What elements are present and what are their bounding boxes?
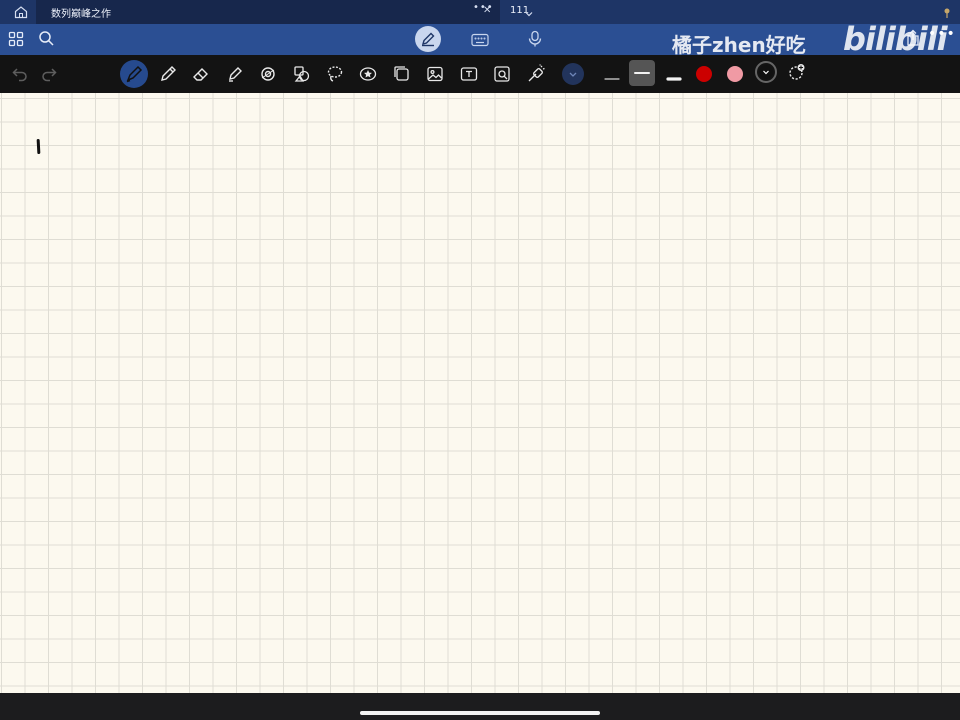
image-icon bbox=[427, 66, 443, 82]
pencil-icon bbox=[161, 66, 176, 81]
color-swatch-black[interactable] bbox=[755, 61, 777, 83]
text-box-icon bbox=[460, 67, 478, 81]
laser-pointer-icon bbox=[528, 64, 545, 82]
laser-pointer-tool[interactable] bbox=[522, 60, 550, 88]
star-sticker-icon bbox=[359, 67, 377, 81]
tab-close-icon[interactable]: ✕ bbox=[483, 5, 491, 16]
elements-tool[interactable] bbox=[388, 60, 416, 88]
drawing-toolbar bbox=[0, 55, 960, 93]
highlighter-tool[interactable] bbox=[221, 60, 249, 88]
document-tab-title[interactable]: 数列巅峰之作 bbox=[51, 5, 111, 20]
chevron-down-icon[interactable] bbox=[524, 4, 534, 17]
fountain-pen-tool[interactable] bbox=[120, 60, 148, 88]
shape-icon bbox=[261, 67, 275, 81]
tab-bar: 数列巅峰之作 ••• ✕ 111 bbox=[0, 0, 960, 24]
fountain-pen-icon bbox=[126, 65, 143, 83]
sticker-tool[interactable] bbox=[354, 60, 382, 88]
watermark-text: 橘子zhen好吃 bbox=[672, 33, 806, 57]
camera-tool[interactable] bbox=[488, 60, 516, 88]
color-swatch-pink[interactable] bbox=[727, 66, 743, 82]
stroke-width-thin[interactable] bbox=[604, 69, 620, 80]
shapes-tool[interactable] bbox=[288, 60, 316, 88]
microphone-icon[interactable] bbox=[527, 30, 543, 48]
note-canvas[interactable] bbox=[0, 93, 960, 693]
redo-icon[interactable] bbox=[35, 60, 63, 88]
search-icon[interactable] bbox=[38, 30, 55, 47]
stroke-width-medium[interactable] bbox=[629, 60, 655, 86]
image-tool[interactable] bbox=[421, 60, 449, 88]
highlighter-icon bbox=[229, 67, 242, 82]
image-search-icon bbox=[494, 66, 510, 82]
undo-icon[interactable] bbox=[6, 60, 34, 88]
pencil-tool[interactable] bbox=[154, 60, 182, 88]
lasso-tool[interactable] bbox=[321, 60, 349, 88]
toolbar-expand-button[interactable] bbox=[562, 63, 584, 85]
lasso-icon bbox=[327, 66, 343, 82]
shapes-icon bbox=[294, 66, 310, 82]
color-swatch-red[interactable] bbox=[696, 66, 712, 82]
pin-icon[interactable] bbox=[942, 4, 952, 18]
add-color-icon[interactable] bbox=[788, 63, 806, 81]
chevron-down-icon bbox=[569, 72, 577, 77]
home-icon[interactable] bbox=[13, 4, 29, 20]
text-tool[interactable] bbox=[455, 60, 483, 88]
shape-tool[interactable] bbox=[254, 60, 282, 88]
bilibili-logo: bilibili bbox=[843, 20, 948, 58]
thumbnails-grid-icon[interactable] bbox=[8, 31, 24, 47]
home-indicator[interactable] bbox=[360, 711, 600, 715]
bottom-bar bbox=[0, 693, 960, 720]
eraser-icon bbox=[193, 68, 208, 81]
eraser-tool[interactable] bbox=[187, 60, 215, 88]
stroke-width-thick[interactable] bbox=[666, 69, 682, 81]
pen-icon bbox=[421, 32, 435, 47]
handwriting-mode-button[interactable] bbox=[415, 26, 441, 52]
elements-icon bbox=[394, 66, 409, 81]
document-header: 橘子zhen好吃 ••• bbox=[0, 24, 960, 57]
keyboard-icon[interactable] bbox=[471, 32, 489, 47]
